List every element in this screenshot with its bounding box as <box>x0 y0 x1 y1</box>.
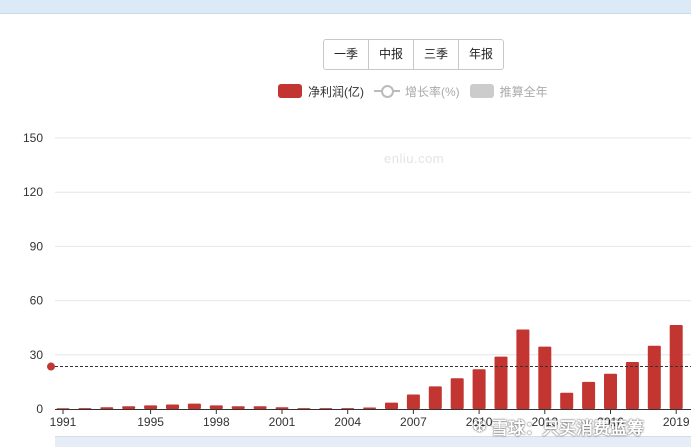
bar <box>122 406 136 409</box>
y-tick-label: 60 <box>30 294 44 308</box>
bar <box>297 408 311 409</box>
bar <box>56 408 70 409</box>
bar <box>78 408 92 409</box>
y-tick-label: 90 <box>30 239 44 253</box>
y-tick-label: 30 <box>30 348 44 362</box>
snowball-icon: ❆ <box>472 415 488 436</box>
bar <box>231 406 245 409</box>
x-tick-label: 1998 <box>203 415 230 429</box>
y-tick-label: 120 <box>23 185 43 199</box>
bar <box>647 345 661 409</box>
bar-chart: 0 30 60 90 120 150 1991 1995 1998 2001 2004 2007 201… <box>23 131 691 429</box>
bar <box>516 329 530 409</box>
bar <box>275 407 289 409</box>
bar <box>341 408 355 409</box>
bar <box>100 407 114 409</box>
x-tick-label: 2019 <box>663 415 690 429</box>
bar <box>166 404 179 409</box>
bar <box>450 378 464 409</box>
y-tick-label: 0 <box>36 402 43 416</box>
bar <box>538 346 552 409</box>
bar <box>582 381 596 409</box>
y-tick-label: 150 <box>23 131 43 145</box>
x-tick-label: 2007 <box>400 415 427 429</box>
bar <box>494 356 508 409</box>
x-tick-label: 1991 <box>50 415 77 429</box>
bar <box>144 405 158 409</box>
reference-line-marker <box>47 362 55 371</box>
x-tick-label: 1995 <box>137 415 164 429</box>
bar <box>472 369 486 409</box>
bar <box>604 373 617 409</box>
bar <box>319 408 333 409</box>
bar <box>385 402 398 409</box>
bar <box>253 406 267 409</box>
x-tick-label: 2004 <box>334 415 361 429</box>
bar <box>187 403 201 409</box>
bar <box>625 362 639 409</box>
brand-watermark: ❆ 雪球：只买消费蓝筹 <box>472 413 644 439</box>
bar <box>363 407 377 409</box>
bar <box>428 386 442 409</box>
bar <box>209 405 223 409</box>
brand-text: 雪球：只买消费蓝筹 <box>491 418 645 438</box>
bar <box>560 392 574 409</box>
bar <box>406 394 420 409</box>
x-tick-label: 2001 <box>269 415 296 429</box>
